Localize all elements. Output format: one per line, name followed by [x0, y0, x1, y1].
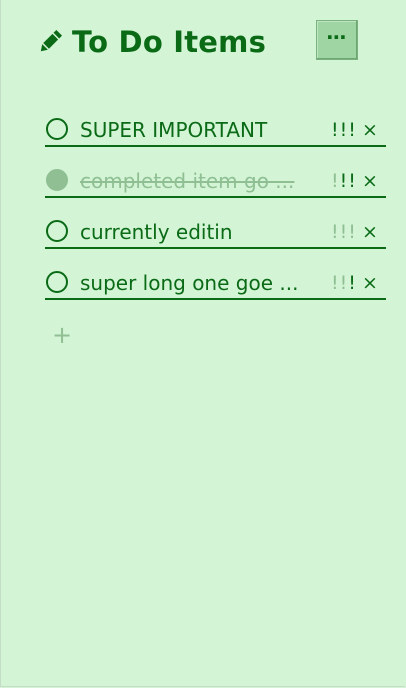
todo-item: SUPER IMPORTANT !!! × — [45, 108, 386, 147]
priority-toggle[interactable]: !!! — [331, 169, 357, 193]
todo-item: completed item go ... !!! × — [45, 159, 386, 198]
todo-item: currently editin !!! × — [45, 210, 386, 249]
priority-toggle[interactable]: !!! — [331, 220, 357, 244]
more-icon: ⋯ — [326, 25, 348, 49]
add-item-button[interactable]: + — [52, 322, 72, 348]
more-menu-button[interactable]: ⋯ — [316, 20, 358, 60]
complete-toggle-circle-icon[interactable] — [46, 220, 68, 242]
header: To Do Items — [36, 22, 266, 62]
todo-text[interactable]: completed item go ... — [80, 168, 330, 194]
complete-toggle-circle-icon[interactable] — [46, 271, 68, 293]
priority-toggle[interactable]: !!! — [331, 271, 357, 295]
todo-list: SUPER IMPORTANT !!! × completed item go … — [45, 108, 386, 312]
priority-toggle[interactable]: !!! — [331, 118, 357, 142]
delete-button[interactable]: × — [362, 118, 378, 142]
pencil-icon — [36, 28, 64, 56]
todo-text[interactable]: SUPER IMPORTANT — [80, 117, 330, 143]
todo-item: super long one goe ... !!! × — [45, 261, 386, 300]
delete-button[interactable]: × — [362, 169, 378, 193]
delete-button[interactable]: × — [362, 220, 378, 244]
todo-text[interactable]: currently editin — [80, 219, 330, 245]
delete-button[interactable]: × — [362, 271, 378, 295]
todo-text[interactable]: super long one goe ... — [80, 270, 330, 296]
complete-toggle-circle-icon[interactable] — [46, 118, 68, 140]
complete-toggle-circle-icon[interactable] — [46, 169, 68, 191]
page-title: To Do Items — [72, 25, 267, 59]
